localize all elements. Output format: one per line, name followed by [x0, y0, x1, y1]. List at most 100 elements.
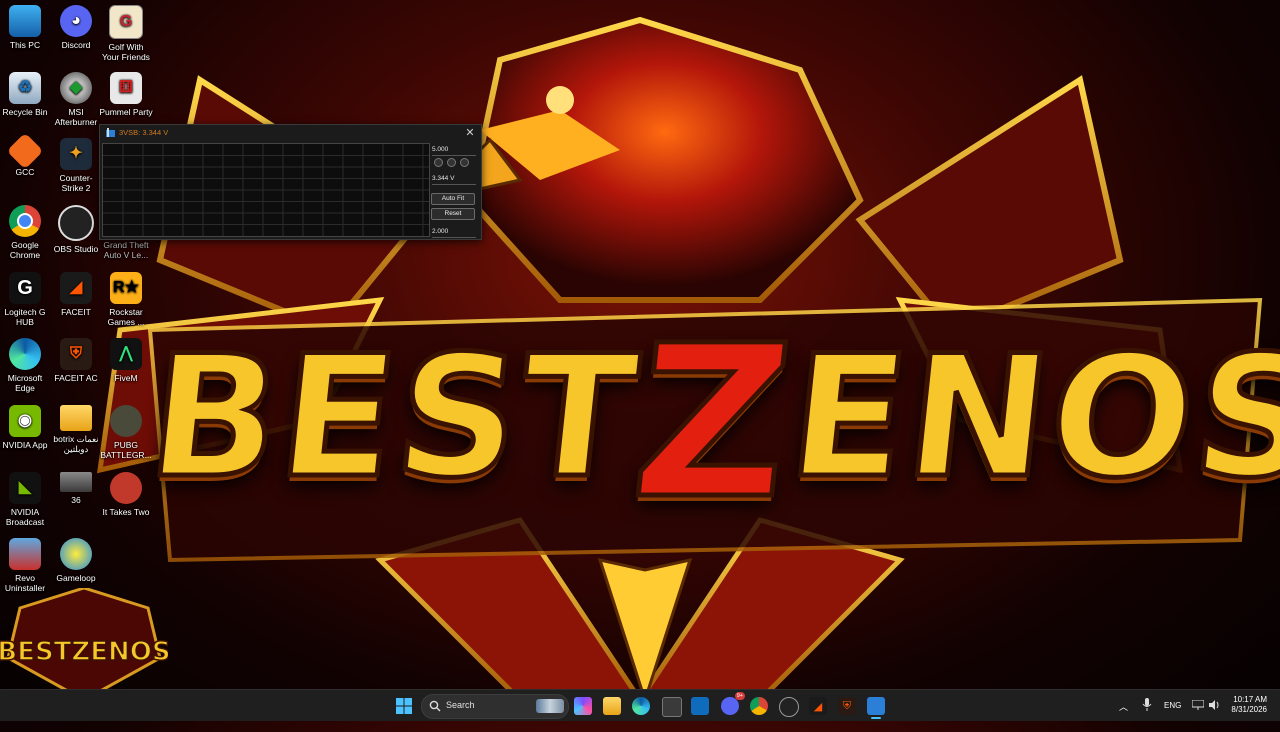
obs-icon[interactable] — [779, 697, 799, 717]
close-icon[interactable]: ✕ — [463, 126, 477, 140]
search-icon — [429, 700, 441, 712]
edge-icon — [9, 338, 41, 370]
desktop-icon-this-pc[interactable]: This PC — [0, 5, 52, 50]
faceit-ac-icon[interactable]: ⛨ — [838, 697, 856, 715]
clock-date: 8/31/2026 — [1231, 705, 1267, 714]
widgets-icon[interactable] — [574, 697, 592, 715]
desktop-icon-golf[interactable]: G Golf With Your Friends — [99, 5, 153, 62]
taskbar-search-box[interactable]: Search — [421, 694, 569, 719]
start-button[interactable] — [395, 697, 413, 715]
desktop-icon-pummel-party[interactable]: ⚅ Pummel Party — [99, 72, 153, 117]
logitech-g-icon: G — [9, 272, 41, 304]
faceit-icon: ◢ — [60, 272, 92, 304]
desktop-icon-discord[interactable]: ◕ Discord — [49, 5, 103, 50]
icon-label: OBS Studio — [53, 244, 99, 254]
option-radio[interactable] — [460, 158, 469, 167]
icon-label: This PC — [9, 40, 41, 50]
file-explorer-icon[interactable] — [603, 697, 621, 715]
language-indicator[interactable]: ENG — [1164, 701, 1181, 732]
desktop-icon-chrome[interactable]: Google Chrome — [0, 205, 52, 260]
system-clock[interactable]: 10:17 AM 8/31/2026 — [1231, 695, 1267, 715]
desktop-icon-msi-afterburner[interactable]: ◆ MSI Afterburner — [49, 72, 103, 127]
option-radio[interactable] — [447, 158, 456, 167]
active-app-indicator — [871, 717, 881, 719]
desktop-icon-edge[interactable]: Microsoft Edge — [0, 338, 52, 393]
icon-label: Logitech G HUB — [4, 307, 46, 327]
desktop-icon-recycle-bin[interactable]: ♻ Recycle Bin — [0, 72, 52, 117]
icon-label: It Takes Two — [102, 507, 150, 517]
max-value: 5.000 — [432, 144, 476, 156]
desktop-icon-rockstar[interactable]: R★ Rockstar Games ... — [99, 272, 153, 327]
rockstar-icon: R★ — [110, 272, 142, 304]
desktop-icon-36[interactable]: 36 — [49, 472, 103, 505]
current-value: 3.344 V — [432, 173, 476, 185]
graph-option-toggles — [434, 158, 469, 167]
option-radio[interactable] — [434, 158, 443, 167]
min-value: 2.000 — [432, 226, 476, 238]
notification-badge: 9+ — [734, 692, 745, 700]
reset-button[interactable]: Reset — [431, 208, 475, 220]
window-titlebar[interactable]: 3VSB: 3.344 V ✕ — [100, 125, 481, 140]
faceit-icon[interactable]: ◢ — [809, 697, 827, 715]
desktop-icon-fivem[interactable]: ⋀ FiveM — [99, 338, 153, 383]
icon-label: GCC — [15, 167, 35, 177]
search-placeholder: Search — [446, 700, 475, 710]
icon-label: FiveM — [114, 373, 138, 383]
outlook-icon[interactable] — [691, 697, 709, 715]
bestzenos-logo: BESTZENOS — [0, 586, 171, 702]
icon-label: NVIDIA Broadcast — [5, 507, 45, 527]
voltage-monitor-taskbar-icon[interactable] — [867, 697, 885, 715]
network-icon[interactable] — [1191, 699, 1205, 731]
show-hidden-icons-chevron-icon[interactable]: ︿ — [1119, 700, 1128, 731]
desktop-icon-gameloop[interactable]: Gameloop — [49, 538, 103, 583]
desktop-icon-logitech-ghub[interactable]: G Logitech G HUB — [0, 272, 52, 327]
volume-icon[interactable] — [1209, 700, 1221, 731]
desktop-wallpaper: BESTZENOS — [0, 0, 1280, 720]
fivem-icon: ⋀ — [110, 338, 142, 370]
desktop-icon-it-takes-two[interactable]: It Takes Two — [99, 472, 153, 517]
desktop-icon-counter-strike[interactable]: ✦ Counter-Strike 2 — [49, 138, 103, 193]
search-highlight-image — [536, 699, 564, 713]
desktop-icon-pubg[interactable]: PUBG BATTLEGR... — [99, 405, 153, 460]
icon-label: MSI Afterburner — [54, 107, 98, 127]
desktop-icon-faceit-ac[interactable]: ⛨ FACEIT AC — [49, 338, 103, 383]
svg-text:BESTZENOS: BESTZENOS — [0, 637, 168, 667]
edge-icon[interactable] — [632, 697, 650, 715]
icon-label: Golf With Your Friends — [102, 42, 150, 62]
desktop-icon-revo-uninstaller[interactable]: Revo Uninstaller — [0, 538, 52, 593]
desktop-icon-gcc[interactable]: GCC — [0, 132, 52, 177]
icon-label: Gameloop — [56, 573, 96, 583]
it-takes-two-icon — [110, 472, 142, 504]
wallpaper-title: BESTZENOS — [138, 298, 1280, 548]
chrome-icon[interactable] — [750, 697, 768, 715]
desktop-icon-botrix-folder[interactable]: botrix نعمات دوبلتين — [49, 405, 103, 454]
desktop-icon-obs[interactable]: OBS Studio — [49, 205, 103, 254]
desktop-icon-nvidia-app[interactable]: ◉ NVIDIA App — [0, 405, 52, 450]
discord-icon[interactable]: 9+ — [721, 692, 745, 715]
voltage-graph — [102, 143, 430, 237]
icon-label: PUBG BATTLEGR... — [100, 440, 152, 460]
nvidia-broadcast-icon: ◣ — [9, 472, 41, 504]
monitor-icon — [9, 5, 41, 37]
folder-icon — [60, 405, 92, 431]
image-file-icon — [60, 472, 92, 492]
icon-label: Rockstar Games ... — [107, 307, 145, 327]
discord-icon: ◕ — [60, 5, 92, 37]
microphone-icon[interactable] — [1142, 698, 1152, 729]
desktop-icon-faceit[interactable]: ◢ FACEIT — [49, 272, 103, 317]
icon-label: NVIDIA App — [2, 440, 48, 450]
icon-label: Grand Theft Auto V Le... — [103, 240, 149, 260]
icon-label: FACEIT AC — [54, 373, 98, 383]
icon-label: Counter-Strike 2 — [59, 173, 93, 193]
window-title: 3VSB: 3.344 V — [119, 128, 169, 137]
auto-fit-button[interactable]: Auto Fit — [431, 193, 475, 205]
nvidia-icon: ◉ — [9, 405, 41, 437]
voltage-monitor-window[interactable]: 3VSB: 3.344 V ✕ 5.000 3.344 V Auto Fit R… — [99, 124, 482, 240]
recycle-bin-icon: ♻ — [9, 72, 41, 104]
icon-label: Pummel Party — [99, 107, 153, 117]
desktop-icon-nvidia-broadcast[interactable]: ◣ NVIDIA Broadcast — [0, 472, 52, 527]
taskbar: Search 9+ ◢ ⛨ ︿ ENG 10:17 AM 8/31/2026 — [0, 689, 1280, 721]
clock-time: 10:17 AM — [1233, 695, 1267, 704]
microsoft-store-icon[interactable] — [662, 697, 682, 717]
monitor-side-panel: 5.000 3.344 V Auto Fit Reset 2.000 — [431, 143, 477, 238]
